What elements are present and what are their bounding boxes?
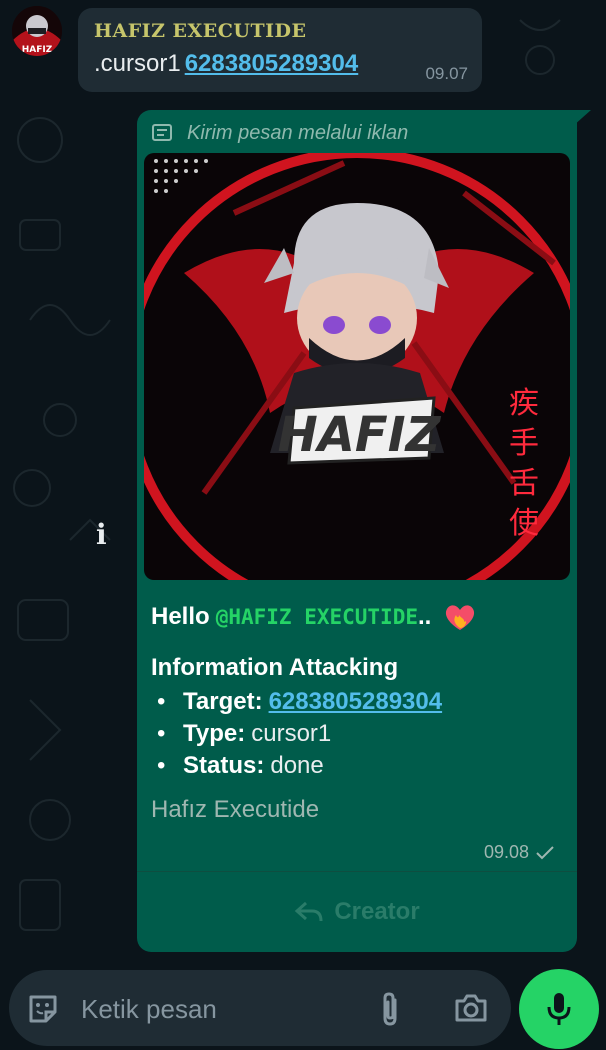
mic-button[interactable] xyxy=(519,969,599,1049)
svg-text:手: 手 xyxy=(509,426,539,461)
mention-link[interactable]: @HAFIZ EXECUTIDE xyxy=(216,605,418,629)
creator-button[interactable]: Creator xyxy=(137,872,577,952)
attach-icon[interactable] xyxy=(375,990,405,1028)
mention-suffix: .. xyxy=(417,603,432,630)
info-icon[interactable]: i xyxy=(96,518,110,551)
svg-text:舌: 舌 xyxy=(509,466,539,501)
message-input[interactable]: Ketik pesan xyxy=(81,994,217,1025)
info-heading: Information Attacking xyxy=(151,654,399,681)
sender-avatar[interactable]: HAFIZ xyxy=(12,6,62,56)
incoming-message[interactable]: HAFIZ EXECUTIDE .cursor1 6283805289304 09… xyxy=(78,8,482,92)
message-status: 09.08 xyxy=(484,842,555,863)
item-key: Type: xyxy=(183,720,246,747)
check-icon xyxy=(536,845,554,859)
message-input-bar[interactable]: Ketik pesan xyxy=(9,970,511,1046)
greeting-line: Hello @HAFIZ EXECUTIDE.. xyxy=(151,602,561,632)
phone-link[interactable]: 6283805289304 xyxy=(185,50,359,77)
command-text: .cursor1 xyxy=(94,50,181,77)
message-text: .cursor1 6283805289304 xyxy=(94,50,466,78)
outgoing-message[interactable]: Kirim pesan melalui iklan HAFIZ 疾 手 舌 使 … xyxy=(137,110,577,952)
list-item: • Type: cursor1 xyxy=(151,718,561,750)
camera-icon[interactable] xyxy=(453,992,489,1024)
item-key: Status: xyxy=(183,752,265,779)
item-key: Target: xyxy=(183,688,263,715)
message-time: 09.07 xyxy=(425,64,468,83)
mic-icon xyxy=(547,993,571,1025)
svg-text:疾: 疾 xyxy=(509,386,539,421)
banner-image[interactable]: HAFIZ 疾手舌使 xyxy=(144,153,570,580)
info-list: • Target: 6283805289304 • Type: cursor1 • S… xyxy=(151,686,561,782)
sticker-icon[interactable] xyxy=(26,992,60,1026)
message-body: Hello @HAFIZ EXECUTIDE.. Information Att… xyxy=(151,602,561,824)
footer-text: Hafız Executide xyxy=(151,796,320,823)
ad-label: Kirim pesan melalui iklan xyxy=(187,121,409,144)
list-item: • Target: 6283805289304 xyxy=(151,686,561,718)
item-value: done xyxy=(270,752,324,779)
greeting-text: Hello xyxy=(151,603,210,630)
sender-name[interactable]: HAFIZ EXECUTIDE xyxy=(94,20,466,42)
list-item: • Status: done xyxy=(151,750,561,782)
banner-artwork: HAFIZ 疾手舌使 xyxy=(144,153,570,580)
target-link[interactable]: 6283805289304 xyxy=(269,686,443,718)
message-ad-icon xyxy=(152,124,172,141)
heart-on-fire-icon xyxy=(446,605,475,630)
svg-text:HAFIZ: HAFIZ xyxy=(278,407,442,463)
ad-indicator: Kirim pesan melalui iklan xyxy=(151,120,408,146)
item-value: cursor1 xyxy=(251,720,332,747)
avatar-image: HAFIZ xyxy=(12,6,62,56)
reply-icon xyxy=(295,901,323,922)
message-time: 09.08 xyxy=(483,842,529,862)
svg-text:使: 使 xyxy=(509,506,539,541)
creator-label: Creator xyxy=(334,898,420,925)
